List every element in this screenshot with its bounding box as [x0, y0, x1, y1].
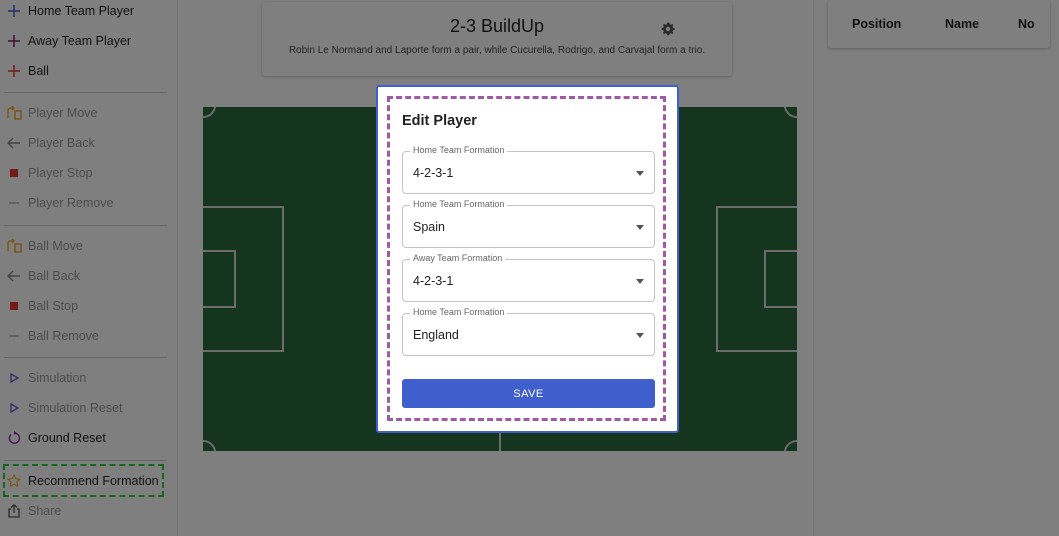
- save-button[interactable]: SAVE: [402, 379, 655, 408]
- field-value: Spain: [413, 220, 445, 234]
- away-team-select[interactable]: Home Team Formation England: [402, 307, 655, 356]
- chevron-down-icon: [636, 171, 644, 176]
- field-label: Home Team Formation: [410, 145, 508, 155]
- chevron-down-icon: [636, 225, 644, 230]
- home-team-select[interactable]: Home Team Formation Spain: [402, 199, 655, 248]
- field-value: 4-2-3-1: [413, 166, 454, 180]
- chevron-down-icon: [636, 333, 644, 338]
- dialog-title: Edit Player: [402, 113, 477, 129]
- field-label: Away Team Formation: [410, 253, 506, 263]
- field-value: 4-2-3-1: [413, 274, 454, 288]
- field-label: Home Team Formation: [410, 307, 508, 317]
- home-formation-select[interactable]: Home Team Formation 4-2-3-1: [402, 145, 655, 194]
- edit-player-dialog: Edit Player Home Team Formation 4-2-3-1 …: [376, 85, 679, 433]
- away-formation-select[interactable]: Away Team Formation 4-2-3-1: [402, 253, 655, 302]
- field-value: England: [413, 328, 459, 342]
- chevron-down-icon: [636, 279, 644, 284]
- field-label: Home Team Formation: [410, 199, 508, 209]
